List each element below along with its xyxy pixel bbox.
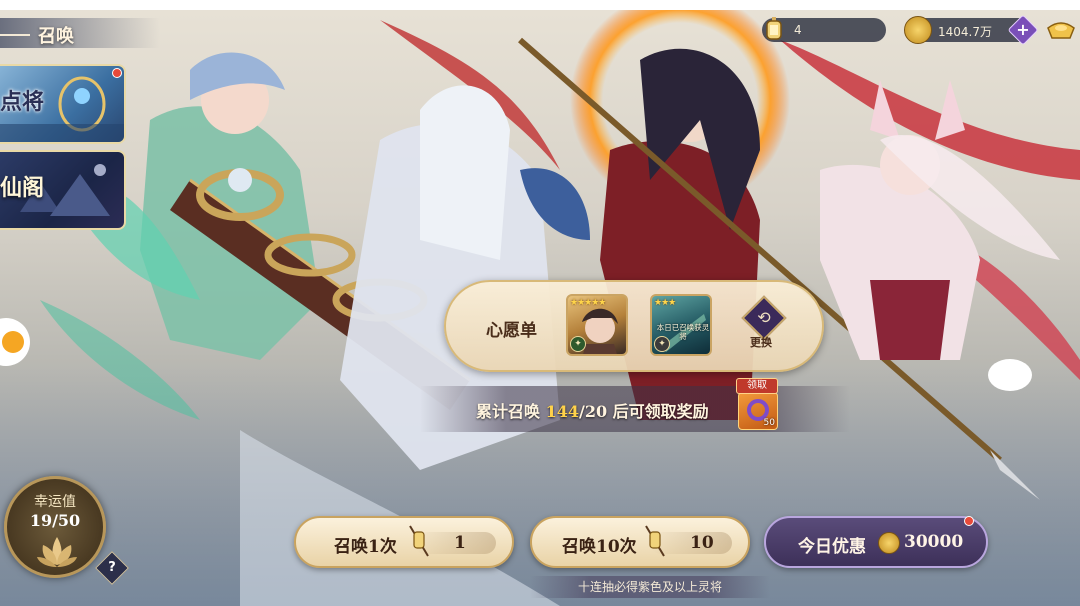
question-mark-icon: ? bbox=[108, 560, 116, 575]
plus-icon: + bbox=[1016, 20, 1030, 39]
progress-prefix: 累计召唤 bbox=[476, 402, 546, 421]
lotus-icon bbox=[37, 537, 77, 567]
summon-once-cost: 1 bbox=[454, 533, 466, 553]
gold-coin-icon bbox=[878, 532, 900, 554]
header-divider bbox=[0, 34, 30, 36]
summon-ten-label: 召唤10次 bbox=[562, 537, 637, 557]
cost-pill: 10 bbox=[645, 525, 732, 557]
progress-suffix: /20 后可领取奖励 bbox=[578, 402, 709, 421]
lucky-value: 19/50 bbox=[29, 511, 81, 530]
orange-circle-icon bbox=[2, 331, 24, 353]
cumulative-summon-progress: 累计召唤 144/20 后可领取奖励 50 领取 bbox=[420, 378, 850, 432]
banner-tab-dianjiang[interactable]: 点将 bbox=[0, 64, 126, 144]
cost-pill: 1 bbox=[409, 525, 496, 557]
wishlist-panel: 心愿单 ★★★★★ ✦ ★★★ 本日已召唤获灵将 ✦ ⟲ 更换 bbox=[444, 280, 824, 372]
lucky-value-gauge[interactable]: 幸运值 19/50 bbox=[4, 476, 106, 578]
claim-reward-button[interactable]: 50 领取 bbox=[736, 378, 780, 430]
lantern-icon bbox=[760, 16, 788, 44]
progress-current: 144 bbox=[545, 402, 579, 421]
top-edge-strip bbox=[0, 0, 1080, 10]
reward-quantity: 50 bbox=[763, 418, 775, 428]
element-badge-icon: ✦ bbox=[570, 336, 586, 352]
wishlist-hero-card[interactable]: ★★★ 本日已召唤获灵将 ✦ bbox=[650, 294, 712, 356]
lantern-icon bbox=[645, 525, 665, 557]
daily-deal-label: 今日优惠 bbox=[798, 537, 866, 557]
summon-ten-cost: 10 bbox=[690, 533, 714, 553]
summon-ten-button[interactable]: 召唤10次 10 bbox=[530, 516, 750, 568]
daily-deal-cost: 30000 bbox=[904, 532, 964, 552]
hero-figure-fox-eared-girl bbox=[820, 80, 1060, 391]
progress-text: 累计召唤 144/20 后可领取奖励 bbox=[476, 398, 709, 422]
gold-counter: 1404.7万 + bbox=[904, 14, 1039, 46]
daily-deal-button[interactable]: 今日优惠 30000 bbox=[764, 516, 988, 568]
swap-icon: ⟲ bbox=[757, 308, 771, 327]
rarity-stars: ★★★ bbox=[654, 298, 676, 308]
banner-tab-xiange[interactable]: 仙阁 bbox=[0, 150, 126, 230]
page-header: 召唤 bbox=[0, 18, 160, 48]
notification-dot bbox=[964, 516, 974, 526]
gold-amount: 1404.7万 bbox=[938, 25, 992, 39]
ten-pull-guarantee-note: 十连抽必得紫色及以上灵将 bbox=[530, 576, 770, 598]
page-title: 召唤 bbox=[38, 26, 74, 47]
summon-once-label: 召唤1次 bbox=[334, 537, 397, 557]
swap-label: 更换 bbox=[750, 336, 772, 349]
gold-ingot-icon[interactable] bbox=[1046, 18, 1076, 40]
banner-label-xiange: 仙阁 bbox=[0, 175, 45, 201]
summon-ticket-counter: 4 bbox=[760, 16, 886, 44]
gold-coin-icon bbox=[904, 16, 932, 44]
wishlist-label: 心愿单 bbox=[486, 321, 537, 341]
notification-dot bbox=[112, 68, 122, 78]
banner-label-dianjiang: 点将 bbox=[0, 89, 45, 115]
lucky-label: 幸运值 bbox=[34, 494, 76, 510]
element-badge-icon: ✦ bbox=[654, 336, 670, 352]
reward-item: 50 bbox=[738, 392, 778, 430]
summon-ticket-count: 4 bbox=[794, 23, 802, 37]
lantern-icon bbox=[409, 525, 429, 557]
rarity-stars: ★★★★★ bbox=[570, 298, 606, 308]
wishlist-hero-card[interactable]: ★★★★★ ✦ bbox=[566, 294, 628, 356]
claim-tag: 领取 bbox=[736, 378, 778, 394]
summon-once-button[interactable]: 召唤1次 1 bbox=[294, 516, 514, 568]
header-backdrop bbox=[0, 18, 160, 48]
wishlist-swap-button[interactable]: ⟲ 更换 bbox=[741, 295, 787, 349]
